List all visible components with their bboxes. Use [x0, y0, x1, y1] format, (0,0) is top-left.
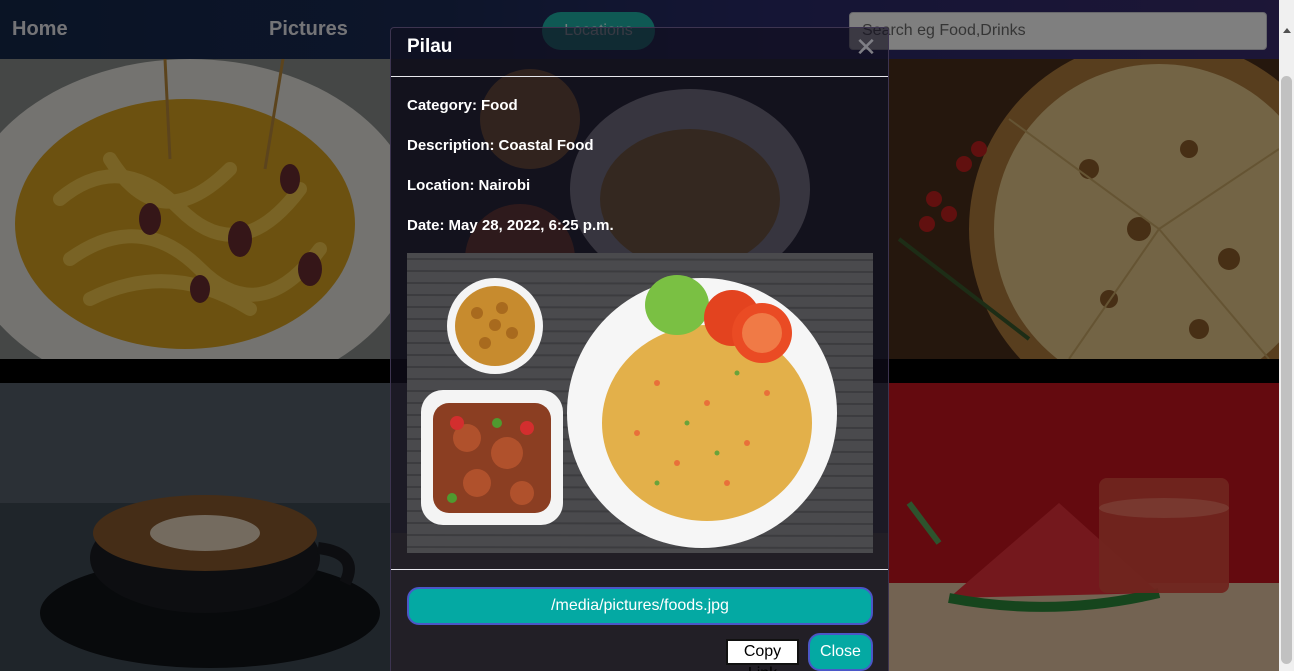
category-row: Category: Food — [407, 97, 518, 114]
close-icon[interactable]: ✕ — [853, 34, 879, 60]
category-label: Category: — [407, 97, 478, 114]
scrollbar-thumb[interactable] — [1281, 76, 1292, 664]
modal-title: Pilau — [407, 36, 453, 57]
scroll-up-arrow-icon[interactable] — [1283, 28, 1291, 33]
description-label: Description: — [407, 137, 495, 154]
location-label: Location: — [407, 177, 475, 194]
description-value: Coastal Food — [498, 137, 594, 154]
date-value: May 28, 2022, 6:25 p.m. — [448, 217, 614, 234]
category-value: Food — [481, 97, 518, 114]
pilau-image — [407, 253, 873, 553]
location-value: Nairobi — [478, 177, 531, 194]
date-row: Date: May 28, 2022, 6:25 p.m. — [407, 217, 614, 234]
location-row: Location: Nairobi — [407, 177, 530, 194]
picture-detail-modal: Pilau ✕ Category: Food Description: Coasta… — [390, 27, 889, 671]
copy-link-button[interactable]: Copy Link — [726, 639, 799, 671]
modal-footer-divider — [391, 569, 888, 570]
image-path-field[interactable]: /media/pictures/foods.jpg — [407, 587, 873, 625]
close-button[interactable]: Close — [808, 633, 873, 671]
description-row: Description: Coastal Food — [407, 137, 594, 154]
date-label: Date: — [407, 217, 445, 234]
modal-header-divider — [391, 76, 888, 77]
